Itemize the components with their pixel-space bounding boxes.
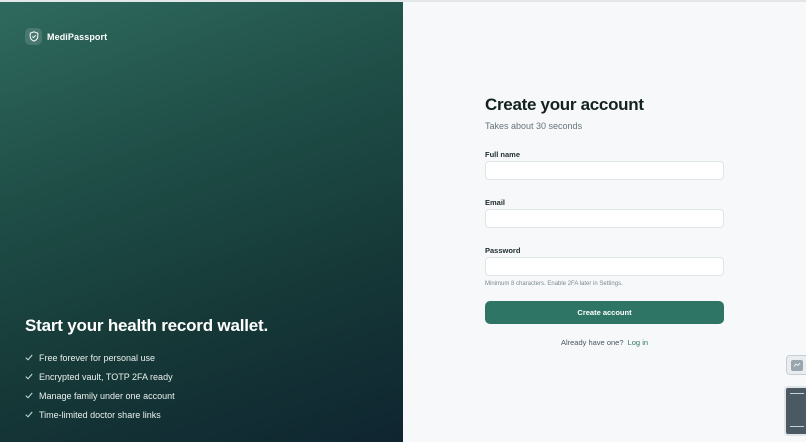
feature-item: Time-limited doctor share links [25, 405, 175, 424]
chat-icon [790, 359, 803, 371]
password-input[interactable] [485, 257, 724, 276]
brand-name: MediPassport [47, 31, 108, 42]
feature-item: Manage family under one account [25, 386, 175, 405]
hero-panel: MediPassport Start your health record wa… [0, 2, 403, 442]
feature-list: Free forever for personal use Encrypted … [25, 348, 175, 424]
form-subtitle: Takes about 30 seconds [485, 121, 583, 131]
feature-text: Free forever for personal use [39, 352, 156, 363]
full-name-input[interactable] [485, 161, 724, 180]
hero-headline: Start your health record wallet. [25, 316, 268, 335]
thumbnail-line [790, 426, 804, 427]
form-title: Create your account [485, 95, 644, 114]
feature-item: Free forever for personal use [25, 348, 175, 367]
shield-icon [25, 28, 42, 45]
brand[interactable]: MediPassport [25, 28, 107, 45]
email-input[interactable] [485, 209, 724, 228]
password-label: Password [485, 246, 521, 255]
feature-item: Encrypted vault, TOTP 2FA ready [25, 367, 175, 386]
check-icon [25, 373, 33, 380]
login-prompt-row: Already have one? Log in [485, 338, 724, 347]
feature-text: Encrypted vault, TOTP 2FA ready [39, 371, 173, 382]
thumbnail-line [790, 393, 804, 394]
check-icon [25, 411, 33, 418]
login-prompt: Already have one? [560, 338, 624, 347]
feature-text: Time-limited doctor share links [39, 409, 161, 420]
create-account-button[interactable]: Create account [485, 301, 724, 324]
device-preview-thumbnail[interactable] [784, 386, 806, 436]
check-icon [25, 354, 33, 361]
login-link[interactable]: Log in [628, 338, 648, 347]
feature-text: Manage family under one account [39, 390, 175, 401]
floating-widget-button[interactable] [786, 355, 806, 375]
full-name-label: Full name [485, 150, 521, 159]
email-label: Email [485, 198, 506, 207]
check-icon [25, 392, 33, 399]
signup-panel: Create your account Takes about 30 secon… [403, 2, 806, 442]
password-hint: Minimum 8 characters. Enable 2FA later i… [485, 281, 623, 287]
